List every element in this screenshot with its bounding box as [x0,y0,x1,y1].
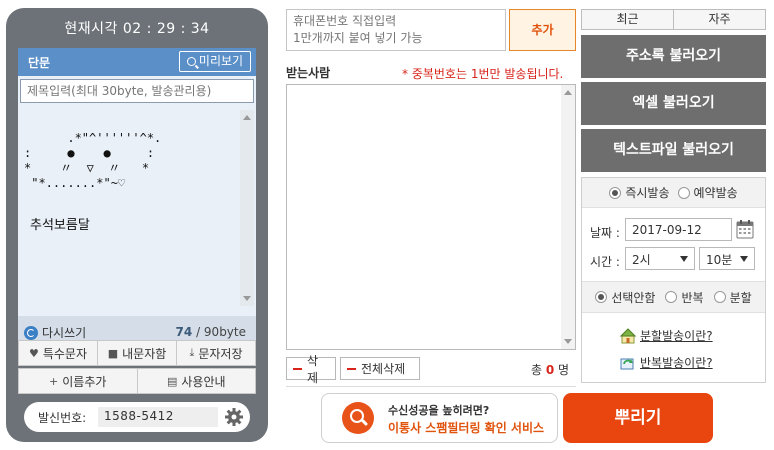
title-input[interactable] [20,79,254,103]
send-now-radio[interactable]: 즉시발송 [609,184,670,201]
spam-filter-check-button[interactable]: 수신성공을 높히려면? 이통사 스팸필터링 확인 서비스 [321,393,558,443]
download-icon: ⤓ [189,346,195,359]
plus-icon: + [49,374,59,388]
repeat-option-row: 선택안함 반복 분할 [582,281,765,313]
radio-unchecked-icon [677,186,690,199]
load-textfile-button[interactable]: 텍스트파일 불러오기 [581,129,766,172]
heart-icon: ♥ [28,346,39,360]
radio-unchecked-icon [713,291,726,303]
sender-label: 발신번호: [38,411,87,425]
scroll-up-icon[interactable] [243,115,251,120]
sender-number[interactable]: 1588-5412 [98,407,218,427]
folder-icon: ■ [107,346,119,360]
message-art: .*"^''''''^*. : ● ● : * 〃 ▽ 〃 * "*......… [24,131,162,190]
split-radio[interactable]: 분할 [713,289,752,306]
special-chars-button[interactable]: ♥ 특수문자 [18,340,98,366]
add-button[interactable]: 추가 [509,9,576,51]
hour-select[interactable]: 2시 [625,247,695,270]
repeat-radio[interactable]: 반복 [665,289,704,306]
scroll-down-icon[interactable] [243,296,251,301]
duplicate-note: * 중복번호는 1번만 발송됩니다. [402,67,564,81]
send-mode-row: 즉시발송 예약발송 [582,178,765,208]
radio-unchecked-icon [665,291,678,303]
time-label: 시간 : [590,255,620,269]
search-icon [186,57,196,66]
load-addressbook-button[interactable]: 주소록 불러오기 [581,35,766,78]
history-tabs: 최근 자주 [581,9,766,30]
date-label: 날짜 : [590,226,620,240]
repeat-help-link[interactable]: 반복발송이란? [620,354,713,371]
gear-icon[interactable] [224,407,244,427]
refresh-icon [24,326,38,340]
tool-row-2: + 이름추가 ▤ 사용안내 [18,368,256,394]
repeat-none-radio[interactable]: 선택안함 [595,289,655,306]
delete-button[interactable]: 삭제 [286,354,336,385]
phone-number-input[interactable] [286,9,506,51]
calendar-icon[interactable] [736,219,754,239]
minus-icon [347,367,356,370]
receivers-list[interactable] [286,84,576,350]
my-messages-button[interactable]: ■ 내문자함 [98,340,177,366]
document-icon: ▤ [166,374,178,388]
rewrite-label: 다시쓰기 [42,326,87,340]
sender-number-bar: 발신번호: 1588-5412 [24,402,250,432]
message-screen: .*"^''''''^*. : ● ● : * 〃 ▽ 〃 * "*......… [18,76,256,348]
date-input[interactable] [625,218,732,241]
divider [286,386,576,387]
message-signature: 추석보름달 [30,218,90,233]
message-composer-panel: 현재시각 02 : 29 : 34 단문 미리보기 .*"^''''''^*. … [6,8,268,442]
split-help-link[interactable]: 분할발송이란? [620,327,713,344]
total-count-value: 0 [545,363,555,377]
byte-max: / 90byte [192,325,246,339]
delete-all-button[interactable]: 전체삭제 [340,357,420,380]
tab-frequent[interactable]: 자주 [674,9,766,30]
current-time: 현재시각 02 : 29 : 34 [64,21,210,37]
schedule-panel: 즉시발송 예약발송 날짜 : 시간 : 2시 10분 선택안함 반복 분할 분할… [581,177,766,383]
spam-service: 이통사 스팸필터링 확인 서비스 [388,421,545,435]
save-message-button[interactable]: ⤓ 문자저장 [177,340,256,366]
radio-checked-icon [595,291,608,303]
tab-recent[interactable]: 최근 [581,9,674,30]
preview-button[interactable]: 미리보기 [179,51,251,72]
total-count: 총 0 명 [531,363,570,377]
message-type-bar: 단문 미리보기 [18,48,256,76]
byte-counter: 74 / 90byte [176,325,246,339]
spam-title: 수신성공을 높히려면? [388,404,490,417]
send-button[interactable]: 뿌리기 [563,393,713,443]
scroll-down-icon[interactable] [564,339,572,344]
usage-guide-button[interactable]: ▤ 사용안내 [137,368,256,394]
radio-checked-icon [609,186,622,199]
message-scrollbar[interactable] [240,110,254,306]
message-type-label: 단문 [28,56,51,70]
home-icon [620,327,636,343]
preview-label: 미리보기 [198,54,244,68]
send-scheduled-radio[interactable]: 예약발송 [677,184,738,201]
search-icon [342,402,374,434]
rewrite-button[interactable]: 다시쓰기 [24,324,86,341]
byte-used: 74 [175,325,193,339]
tool-row-1: ♥ 특수문자 ■ 내문자함 ⤓ 문자저장 [18,340,256,366]
add-name-button[interactable]: + 이름추가 [18,368,138,394]
receivers-label: 받는사람 [286,66,331,80]
scroll-up-icon[interactable] [564,90,572,95]
minus-icon [293,367,302,370]
repeat-icon [620,358,634,369]
load-excel-button[interactable]: 엑셀 불러오기 [581,82,766,125]
receivers-scrollbar[interactable] [561,85,575,349]
minute-select[interactable]: 10분 [699,247,755,270]
message-textarea[interactable]: .*"^''''''^*. : ● ● : * 〃 ▽ 〃 * "*......… [20,110,240,306]
